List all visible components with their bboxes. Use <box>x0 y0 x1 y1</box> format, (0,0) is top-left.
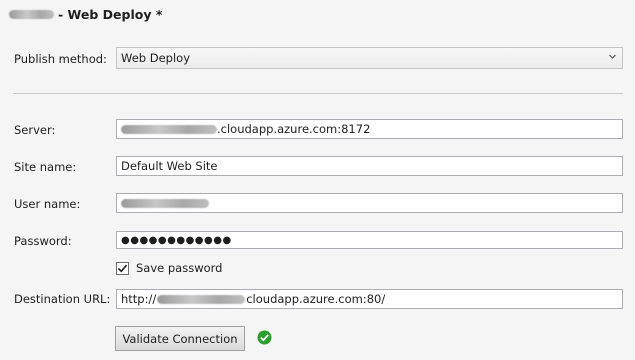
server-value: .cloudapp.azure.com:8172 <box>217 122 371 136</box>
password-label: Password: <box>14 234 72 248</box>
password-value: ●●●●●●●●●●●● <box>121 234 232 246</box>
site-name-label: Site name: <box>14 160 77 174</box>
save-password-label: Save password <box>136 261 223 275</box>
chevron-down-icon <box>608 52 617 64</box>
validate-connection-button[interactable]: Validate Connection <box>115 326 245 351</box>
site-name-input[interactable]: Default Web Site <box>116 156 623 176</box>
check-icon <box>117 264 128 272</box>
destination-url-label: Destination URL: <box>14 292 111 306</box>
redacted-server-prefix <box>121 124 217 134</box>
section-divider <box>13 93 623 94</box>
redacted-user-name <box>121 198 209 208</box>
save-password-option[interactable]: Save password <box>116 260 222 276</box>
check-circle-icon <box>257 330 272 345</box>
password-input[interactable]: ●●●●●●●●●●●● <box>116 231 623 249</box>
redacted-destination-host <box>157 294 246 304</box>
server-label: Server: <box>14 123 56 137</box>
page-title-text: - Web Deploy * <box>58 6 163 22</box>
user-name-input[interactable] <box>116 193 623 213</box>
publish-method-label: Publish method: <box>14 52 107 66</box>
publish-method-value: Web Deploy <box>121 51 190 65</box>
destination-url-input[interactable]: http:// cloudapp.azure.com:80/ <box>116 289 623 309</box>
redacted-app-name <box>9 9 54 19</box>
destination-url-suffix: cloudapp.azure.com:80/ <box>246 292 386 306</box>
site-name-value: Default Web Site <box>121 159 218 173</box>
user-name-label: User name: <box>14 197 81 211</box>
save-password-checkbox[interactable] <box>116 261 129 275</box>
server-input[interactable]: .cloudapp.azure.com:8172 <box>116 119 623 139</box>
destination-url-prefix: http:// <box>121 292 157 306</box>
page-title: - Web Deploy * <box>9 5 162 23</box>
publish-method-select[interactable]: Web Deploy <box>116 47 623 69</box>
